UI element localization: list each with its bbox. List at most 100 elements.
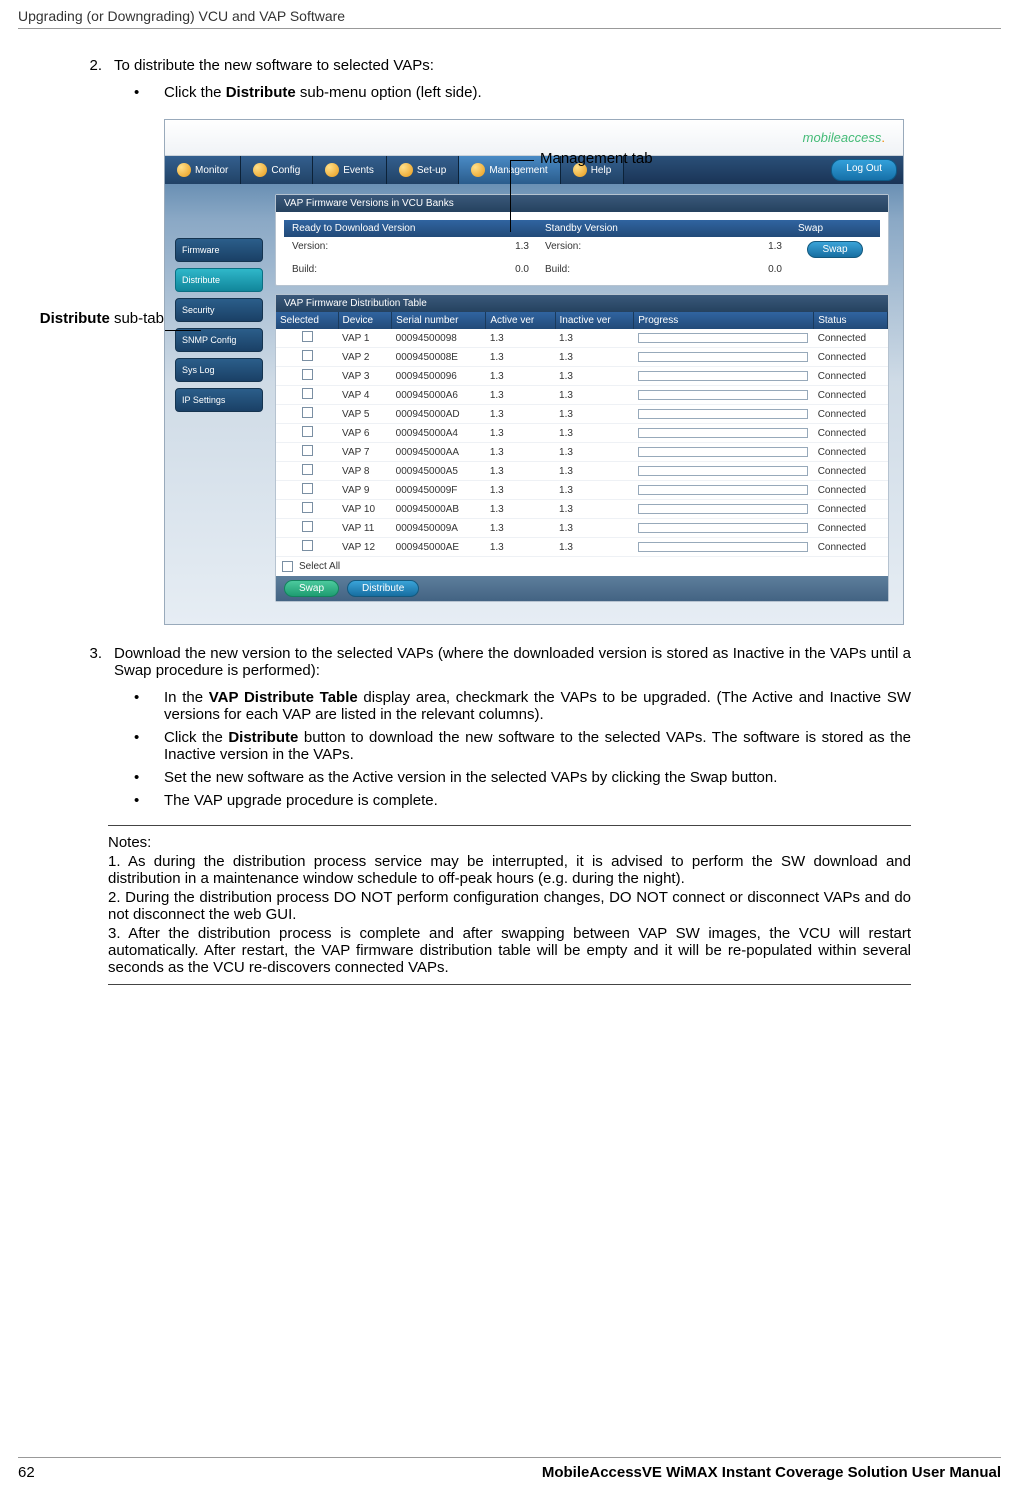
action-distribute-button[interactable]: Distribute [347, 580, 419, 597]
row-checkbox[interactable] [302, 350, 313, 361]
table-row: VAP 8000945000A51.31.3Connected [276, 462, 888, 481]
nav-setup[interactable]: Set-up [387, 156, 459, 184]
monitor-icon [177, 163, 191, 177]
bullet-dot: • [134, 792, 164, 809]
callout-line [510, 160, 534, 161]
bullet: • The VAP upgrade procedure is complete. [134, 792, 911, 809]
shot-topbar: mobileaccess. [165, 120, 903, 156]
row-serial: 000945000AB [392, 500, 486, 519]
row-active: 1.3 [486, 329, 555, 348]
row-status: Connected [814, 367, 888, 386]
row-checkbox[interactable] [302, 426, 313, 437]
callout-management-tab: Management tab [540, 150, 653, 167]
row-checkbox-cell [276, 500, 338, 519]
row-checkbox-cell [276, 367, 338, 386]
row-progress [634, 443, 814, 462]
row-checkbox[interactable] [302, 388, 313, 399]
row-checkbox-cell [276, 405, 338, 424]
page-header: Upgrading (or Downgrading) VCU and VAP S… [18, 0, 1001, 29]
progress-bar [638, 542, 808, 552]
nav-monitor[interactable]: Monitor [165, 156, 241, 184]
management-icon [471, 163, 485, 177]
row-inactive: 1.3 [555, 481, 634, 500]
table-row: VAP 110009450009A1.31.3Connected [276, 519, 888, 538]
col-device: Device [338, 312, 392, 329]
nav-events[interactable]: Events [313, 156, 387, 184]
row-device: VAP 11 [338, 519, 392, 538]
row-inactive: 1.3 [555, 367, 634, 386]
bank-header-ready: Ready to Download Version [284, 220, 537, 237]
sidebar-ipsettings[interactable]: IP Settings [175, 388, 263, 412]
row-checkbox[interactable] [302, 540, 313, 551]
row-checkbox[interactable] [302, 331, 313, 342]
nav-config[interactable]: Config [241, 156, 313, 184]
row-progress [634, 329, 814, 348]
dist-table: Selected Device Serial number Active ver… [276, 312, 888, 557]
callout-line [165, 330, 201, 331]
progress-bar [638, 409, 808, 419]
col-inactive: Inactive ver [555, 312, 634, 329]
row-device: VAP 12 [338, 538, 392, 557]
row-serial: 0009450008E [392, 348, 486, 367]
callout-distribute-bold: Distribute [40, 310, 110, 327]
sidebar: Firmware Distribute Security SNMP Config… [175, 194, 263, 610]
row-checkbox[interactable] [302, 502, 313, 513]
row-serial: 00094500096 [392, 367, 486, 386]
notes-title: Notes: [108, 834, 911, 851]
progress-bar [638, 390, 808, 400]
row-progress [634, 386, 814, 405]
step-text: To distribute the new software to select… [114, 57, 911, 74]
row-progress [634, 500, 814, 519]
row-progress [634, 481, 814, 500]
bullet-dot: • [134, 769, 164, 786]
note-2: 2. During the distribution process DO NO… [108, 889, 911, 923]
table-row: VAP 1000945000981.31.3Connected [276, 329, 888, 348]
navbar: Monitor Config Events Set-up Management … [165, 156, 903, 184]
row-inactive: 1.3 [555, 443, 634, 462]
sidebar-snmp[interactable]: SNMP Config [175, 328, 263, 352]
progress-bar [638, 333, 808, 343]
doc-title: MobileAccessVE WiMAX Instant Coverage So… [542, 1464, 1001, 1481]
row-checkbox[interactable] [302, 521, 313, 532]
row-status: Connected [814, 348, 888, 367]
step-text: Download the new version to the selected… [114, 645, 911, 679]
bank-standby-build: Build:0.0 [537, 264, 790, 275]
select-all-checkbox[interactable] [282, 561, 293, 572]
row-status: Connected [814, 443, 888, 462]
row-inactive: 1.3 [555, 405, 634, 424]
sidebar-distribute[interactable]: Distribute [175, 268, 263, 292]
row-active: 1.3 [486, 348, 555, 367]
row-checkbox[interactable] [302, 464, 313, 475]
row-status: Connected [814, 386, 888, 405]
sidebar-firmware[interactable]: Firmware [175, 238, 263, 262]
row-checkbox[interactable] [302, 369, 313, 380]
table-row: VAP 20009450008E1.31.3Connected [276, 348, 888, 367]
row-serial: 0009450009F [392, 481, 486, 500]
bank-ready-version: Version:1.3 [284, 241, 537, 258]
row-device: VAP 2 [338, 348, 392, 367]
logout-button[interactable]: Log Out [831, 159, 897, 181]
row-checkbox[interactable] [302, 445, 313, 456]
row-progress [634, 367, 814, 386]
row-device: VAP 9 [338, 481, 392, 500]
row-checkbox[interactable] [302, 483, 313, 494]
callout-distribute-rest: sub-tab [110, 310, 164, 327]
row-device: VAP 8 [338, 462, 392, 481]
bullet-text: Set the new software as the Active versi… [164, 769, 911, 786]
sidebar-syslog[interactable]: Sys Log [175, 358, 263, 382]
progress-bar [638, 523, 808, 533]
row-progress [634, 348, 814, 367]
events-icon [325, 163, 339, 177]
bullet-text: Click the Distribute sub-menu option (le… [164, 84, 911, 101]
sidebar-security[interactable]: Security [175, 298, 263, 322]
progress-bar [638, 352, 808, 362]
table-row: VAP 12000945000AE1.31.3Connected [276, 538, 888, 557]
row-active: 1.3 [486, 500, 555, 519]
row-inactive: 1.3 [555, 424, 634, 443]
page-number: 62 [18, 1464, 35, 1481]
row-inactive: 1.3 [555, 500, 634, 519]
swap-button[interactable]: Swap [807, 241, 862, 258]
action-swap-button[interactable]: Swap [284, 580, 339, 597]
row-checkbox[interactable] [302, 407, 313, 418]
select-all[interactable]: Select All [276, 557, 888, 576]
